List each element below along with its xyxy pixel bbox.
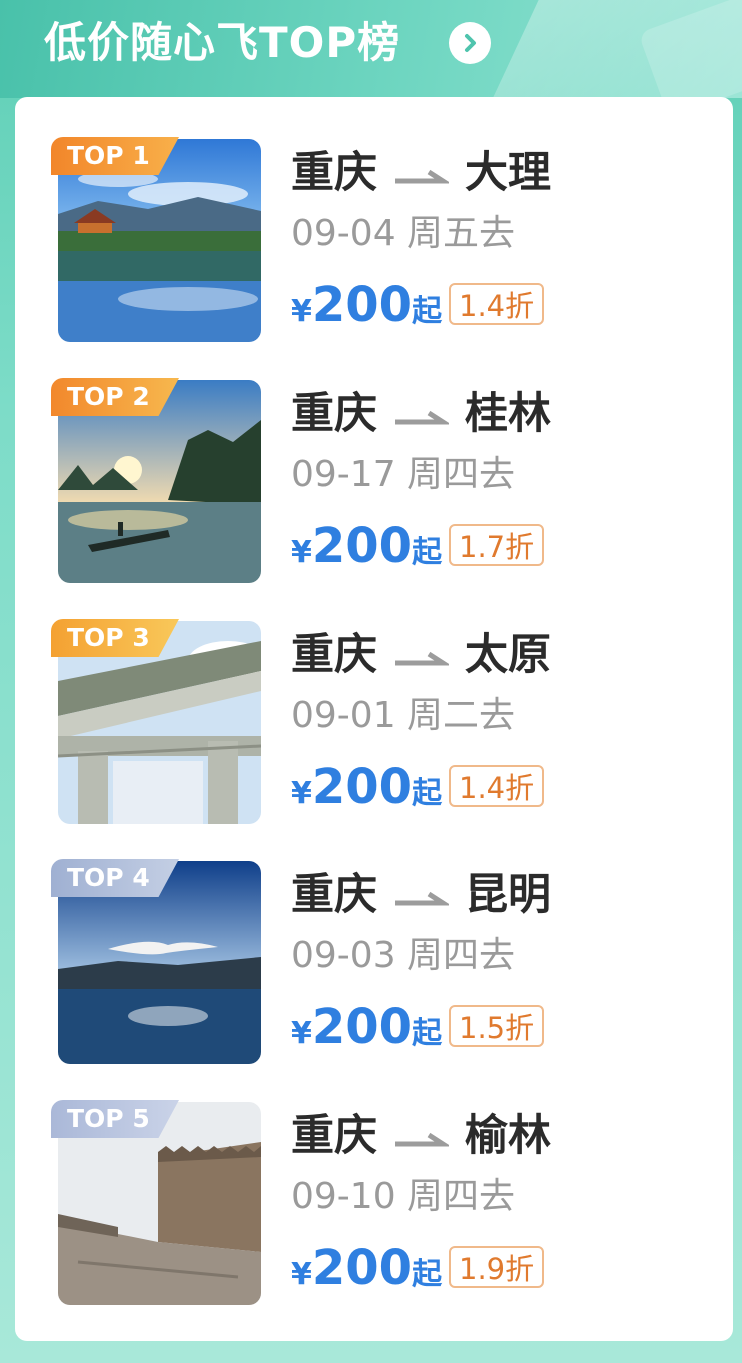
list-item[interactable]: TOP 2 重庆 桂林 09-17 周四去 ¥ 200 起 1.7折 [15, 338, 733, 583]
route[interactable]: 重庆 昆明 [291, 865, 551, 925]
price: ¥ 200 起 [291, 759, 442, 815]
route[interactable]: 重庆 榆林 [291, 1106, 551, 1166]
departure-date: 09-17 周四去 [291, 454, 516, 495]
price-value: 200 [311, 277, 413, 333]
list-item[interactable]: TOP 5 重庆 榆林 09-10 周四去 ¥ 200 起 1.9折 [15, 1060, 733, 1305]
currency-symbol: ¥ [291, 294, 312, 329]
origin-city: 重庆 [291, 870, 377, 920]
price-value: 200 [311, 518, 413, 574]
origin-city: 重庆 [291, 630, 377, 680]
departure-date: 09-10 周四去 [291, 1176, 516, 1217]
rank-badge: TOP 2 [51, 378, 179, 416]
price-value: 200 [311, 759, 413, 815]
rank-badge: TOP 1 [51, 137, 179, 175]
discount-badge: 1.4折 [449, 765, 545, 807]
price: ¥ 200 起 [291, 999, 442, 1055]
departure-date: 09-03 周四去 [291, 935, 516, 976]
header-banner: 低价随心飞TOP榜 [0, 0, 742, 98]
one-way-arrow-icon [393, 384, 452, 444]
currency-symbol: ¥ [291, 1016, 312, 1051]
price: ¥ 200 起 [291, 518, 442, 574]
destination-city: 大理 [465, 148, 551, 198]
origin-city: 重庆 [291, 389, 377, 439]
one-way-arrow-icon [393, 865, 452, 925]
route[interactable]: 重庆 太原 [291, 625, 551, 685]
destination-city: 桂林 [465, 389, 551, 439]
one-way-arrow-icon [393, 1106, 452, 1166]
currency-symbol: ¥ [291, 1257, 312, 1292]
discount-badge: 1.5折 [449, 1005, 545, 1047]
destination-city: 榆林 [465, 1111, 551, 1161]
list-item[interactable]: TOP 1 重庆 大理 09-04 周五去 ¥ 200 起 1.4折 [15, 97, 733, 342]
list-item[interactable]: TOP 3 重庆 太原 09-01 周二去 ¥ 200 起 1.4折 [15, 579, 733, 824]
destination-city: 昆明 [465, 870, 551, 920]
price-suffix: 起 [412, 294, 443, 329]
rank-badge: TOP 5 [51, 1100, 179, 1138]
origin-city: 重庆 [291, 1111, 377, 1161]
one-way-arrow-icon [393, 143, 452, 203]
price: ¥ 200 起 [291, 1240, 442, 1296]
price-value: 200 [311, 1240, 413, 1296]
route[interactable]: 重庆 大理 [291, 143, 551, 203]
page-title[interactable]: 低价随心飞TOP榜 [44, 16, 400, 70]
one-way-arrow-icon [393, 625, 452, 685]
currency-symbol: ¥ [291, 776, 312, 811]
chevron-right-icon[interactable] [449, 22, 491, 64]
price-suffix: 起 [412, 1257, 443, 1292]
price-suffix: 起 [412, 1016, 443, 1051]
destination-city: 太原 [465, 630, 551, 680]
rank-badge: TOP 4 [51, 859, 179, 897]
departure-date: 09-01 周二去 [291, 695, 516, 736]
discount-badge: 1.7折 [449, 524, 545, 566]
price-value: 200 [311, 999, 413, 1055]
departure-date: 09-04 周五去 [291, 213, 516, 254]
ranking-card: TOP 1 重庆 大理 09-04 周五去 ¥ 200 起 1.4折 TOP 2… [15, 97, 733, 1341]
discount-badge: 1.9折 [449, 1246, 545, 1288]
origin-city: 重庆 [291, 148, 377, 198]
price-suffix: 起 [412, 535, 443, 570]
price: ¥ 200 起 [291, 277, 442, 333]
route[interactable]: 重庆 桂林 [291, 384, 551, 444]
rank-badge: TOP 3 [51, 619, 179, 657]
currency-symbol: ¥ [291, 535, 312, 570]
list-item[interactable]: TOP 4 重庆 昆明 09-03 周四去 ¥ 200 起 1.5折 [15, 819, 733, 1064]
discount-badge: 1.4折 [449, 283, 545, 325]
price-suffix: 起 [412, 776, 443, 811]
